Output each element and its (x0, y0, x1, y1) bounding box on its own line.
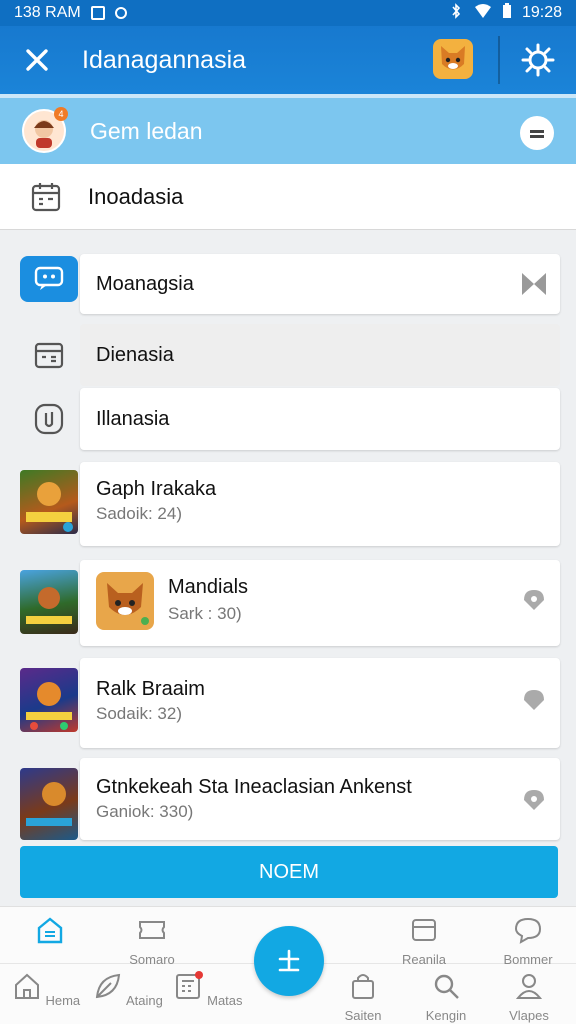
game-title: Ralk Braaim (96, 678, 205, 700)
list-item[interactable]: Gaph Irakaka Sadoik: 24) (0, 462, 576, 546)
game-thumbnail (20, 470, 78, 534)
list-item[interactable]: Mandials Sark : 30) (0, 560, 576, 646)
plus-minus-icon (278, 949, 300, 972)
tab-label: Ataing (126, 993, 163, 1008)
comment-icon (514, 917, 542, 944)
close-button[interactable] (0, 26, 74, 94)
tab-vlapes[interactable]: Vlapes (494, 971, 564, 1023)
location-pin-icon[interactable] (522, 788, 546, 812)
settings-button[interactable] (514, 36, 562, 84)
shopping-bag-icon (352, 974, 374, 999)
page-title: Idanagannasia (82, 45, 247, 74)
tab-ataing[interactable]: Ataing (93, 971, 163, 1008)
chat-icon (34, 266, 64, 290)
more-icon (530, 130, 544, 138)
fox-icon (107, 583, 149, 625)
location-pin-icon[interactable] (522, 688, 546, 712)
status-time-right: 19:28 (521, 4, 562, 21)
app-bar: Idanagannasia (0, 26, 576, 94)
add-button[interactable] (254, 926, 324, 996)
game-card-4[interactable]: Gtnkekeah Sta Ineaclasian Ankenst Ganiok… (80, 758, 560, 840)
game-subtitle: Ganiok: 330) (96, 802, 194, 821)
tab-label: Vlapes (509, 1008, 549, 1023)
calendar-small-icon (34, 342, 64, 369)
calculator-icon (176, 971, 204, 999)
game-card-3[interactable]: Ralk Braaim Sodaik: 32) (80, 658, 560, 748)
menu-card-2[interactable]: Dienasia (80, 324, 560, 386)
home-icon (14, 973, 39, 999)
tab-bommer[interactable]: Bommer (493, 915, 563, 967)
tab-label: Kengin (425, 1008, 467, 1023)
status-bar: 138 RAM 19:28 (0, 0, 576, 26)
tab-label: Hema (45, 993, 81, 1008)
banner-label: Gem ledan (90, 117, 203, 144)
primary-action-button[interactable]: NOEM (20, 846, 558, 898)
calendar-icon-box (20, 332, 78, 378)
banner-badge: 4 (54, 107, 68, 121)
leaf-icon (95, 973, 121, 999)
attachment-icon-box (20, 396, 78, 442)
card-icon (412, 919, 436, 941)
game-title: Gtnkekeah Sta Ineaclasian Ankenst (96, 776, 412, 798)
attachment-icon (34, 403, 64, 435)
game-subtitle: Sodaik: 32) (96, 704, 182, 723)
banner-more-button[interactable] (520, 116, 554, 150)
tab-reanila[interactable]: Reanila (389, 915, 459, 967)
game-card-2[interactable]: Mandials Sark : 30) (80, 560, 560, 646)
game-thumbnail (20, 570, 78, 634)
tab-label: Saiten (344, 1008, 382, 1023)
location-pin-icon[interactable] (522, 588, 546, 612)
fox-icon (441, 46, 465, 70)
profile-avatar[interactable] (433, 39, 473, 79)
tab-home[interactable]: Hema (11, 971, 81, 1008)
wifi-icon (474, 3, 492, 24)
game-thumbnail (20, 768, 78, 840)
menu-item-2[interactable]: Dienasia (0, 324, 576, 386)
menu-card-1[interactable]: Moanagsia (80, 254, 560, 314)
tab-matas[interactable]: Matas (173, 971, 243, 1008)
game-title: Mandials (168, 576, 249, 598)
notification-icon (90, 6, 105, 20)
gear-icon (521, 43, 555, 77)
appbar-divider (498, 36, 500, 84)
battery-icon (502, 2, 512, 24)
menu-card-3[interactable]: Illanasia (80, 388, 560, 450)
tab-label: Bommer (503, 952, 553, 967)
bluetooth-icon (448, 2, 464, 24)
game-subtitle: Sadoik: 24) (96, 504, 182, 523)
search-icon (434, 974, 459, 999)
tab-label: Matas (207, 993, 243, 1008)
user-banner[interactable]: 4 Gem ledan (0, 94, 576, 164)
calendar-icon (31, 182, 61, 211)
tab-somaro[interactable]: Somaro (117, 915, 187, 967)
game-subtitle: Sark : 30) (168, 604, 242, 623)
fox-avatar (96, 572, 154, 630)
menu-item-1[interactable]: Moanagsia (0, 254, 576, 314)
ticket-icon (139, 921, 165, 939)
tab-label: Reanila (401, 952, 447, 967)
banner-avatar: 4 (22, 107, 68, 153)
tab-label: Somaro (129, 952, 175, 967)
list-item[interactable]: Ralk Braaim Sodaik: 32) (0, 658, 576, 748)
menu-label-3: Illanasia (96, 407, 170, 430)
chat-icon-box (20, 256, 78, 302)
close-icon (26, 49, 48, 71)
home-outline-icon (37, 917, 63, 944)
menu-label-2: Dienasia (96, 343, 174, 366)
user-icon (515, 974, 543, 999)
section-label: Inoadasia (88, 183, 184, 209)
menu-item-3[interactable]: Illanasia (0, 388, 576, 450)
tab-kengin[interactable]: Kengin (411, 971, 481, 1023)
game-title: Gaph Irakaka (96, 478, 217, 500)
status-time-left: 138 RAM (14, 4, 81, 21)
menu-label-1: Moanagsia (96, 272, 194, 295)
collapse-icon[interactable] (520, 270, 548, 298)
game-card-1[interactable]: Gaph Irakaka Sadoik: 24) (80, 462, 560, 546)
tab-home-top[interactable] (15, 915, 85, 952)
list-item[interactable]: Gtnkekeah Sta Ineaclasian Ankenst Ganiok… (0, 758, 576, 840)
tab-saiten[interactable]: Saiten (328, 971, 398, 1023)
section-header[interactable]: Inoadasia (0, 164, 576, 230)
game-thumbnail (20, 668, 78, 732)
sync-icon (114, 7, 127, 19)
